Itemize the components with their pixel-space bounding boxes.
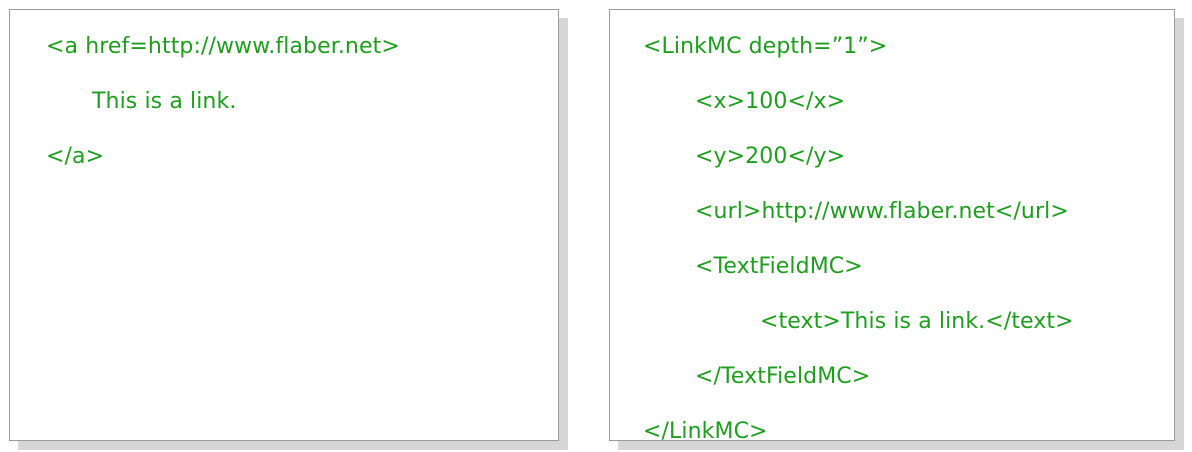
code-line-link-text: This is a link. [92,89,237,114]
code-line-anchor-open: <a href=http://www.flaber.net> [46,34,400,59]
code-line-text: <text>This is a link.</text> [760,309,1074,334]
code-line-x: <x>100</x> [695,89,846,114]
code-line-textfieldmc-close: </TextFieldMC> [695,364,871,389]
code-line-url: <url>http://www.flaber.net</url> [695,199,1069,224]
code-line-y: <y>200</y> [695,144,846,169]
code-line-textfieldmc-open: <TextFieldMC> [695,254,863,279]
code-line-linkmc-close: </LinkMC> [643,419,768,444]
code-line-anchor-close: </a> [46,144,105,169]
xml-code-panel: <LinkMC depth=”1”> <x>100</x> <y>200</y>… [609,9,1175,444]
code-line-linkmc-open: <LinkMC depth=”1”> [643,34,888,59]
html-code-panel: <a href=http://www.flaber.net> This is a… [9,9,559,441]
